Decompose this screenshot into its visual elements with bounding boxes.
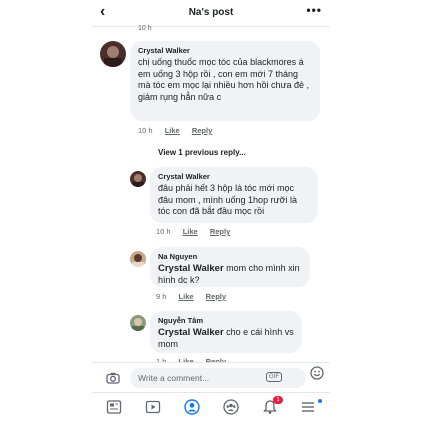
comment-actions: 9 h Like Reply <box>156 292 236 301</box>
comment-composer: Write a comment... GIF <box>92 362 330 393</box>
camera-icon[interactable] <box>106 371 120 389</box>
comment-author[interactable]: Nguyễn Tâm <box>158 316 294 325</box>
more-dots-icon[interactable]: ••• <box>306 3 322 17</box>
comment-time: 10 h <box>138 126 153 135</box>
comment-author[interactable]: Crystal Walker <box>138 46 312 55</box>
comment-text: Crystal Walker cho e cái hình vs mom <box>158 327 294 350</box>
watch-icon[interactable] <box>145 399 161 420</box>
comment-author[interactable]: Crystal Walker <box>158 172 310 181</box>
menu-icon[interactable] <box>300 399 322 420</box>
comment-text: đâu phải hết 3 hộp là tóc mới mọc đâu mo… <box>158 183 297 216</box>
bottom-navigation: 1 <box>92 392 330 422</box>
view-previous-replies-link[interactable]: View 1 previous reply... <box>158 148 246 157</box>
reply-link[interactable]: Reply <box>192 126 212 135</box>
comment-actions: 10 h Like Reply <box>156 227 240 236</box>
avatar[interactable] <box>130 171 146 187</box>
avatar[interactable] <box>100 41 126 67</box>
like-link[interactable]: Like <box>179 292 194 301</box>
comment-text: Crystal Walker mom cho mình xin hình dc … <box>158 263 302 286</box>
news-feed-icon[interactable] <box>106 399 122 420</box>
groups-icon[interactable] <box>223 399 239 420</box>
comment-text: chị uống thuốc mọc tóc của blackmores á … <box>138 57 310 102</box>
profile-icon[interactable] <box>184 399 200 420</box>
notifications-icon[interactable]: 1 <box>262 396 283 420</box>
reply-link[interactable]: Reply <box>210 227 230 236</box>
comment-bubble: Crystal Walker đâu phải hết 3 hộp là tóc… <box>150 167 318 223</box>
partial-timestamp: 10 h <box>138 25 152 32</box>
notification-badge: 1 <box>273 396 283 404</box>
comment-author[interactable]: Na Nguyen <box>158 252 302 261</box>
comment-placeholder: Write a comment... <box>138 373 210 383</box>
facebook-post-view: ‹ Na's post ••• 10 h Crystal Walker chị … <box>92 0 330 422</box>
comment-actions: 10 h Like Reply <box>138 126 222 135</box>
avatar[interactable] <box>130 251 146 267</box>
comment-bubble: Nguyễn Tâm Crystal Walker cho e cái hình… <box>150 311 302 353</box>
comment-time: 9 h <box>156 292 167 301</box>
like-link[interactable]: Like <box>165 126 180 135</box>
avatar[interactable] <box>130 315 146 331</box>
menu-indicator-dot <box>318 399 322 403</box>
mention-link[interactable]: Crystal Walker <box>158 327 224 338</box>
comment-bubble: Na Nguyen Crystal Walker mom cho mình xi… <box>150 247 310 287</box>
gif-button[interactable]: GIF <box>266 372 282 382</box>
mention-link[interactable]: Crystal Walker <box>158 263 224 274</box>
emoji-icon[interactable] <box>310 366 324 385</box>
top-bar: ‹ Na's post ••• <box>92 0 330 27</box>
comment-input[interactable]: Write a comment... GIF <box>130 368 306 388</box>
screenshot-frame: ‹ Na's post ••• 10 h Crystal Walker chị … <box>0 0 422 422</box>
comment-time: 10 h <box>156 227 171 236</box>
like-link[interactable]: Like <box>183 227 198 236</box>
reply-link[interactable]: Reply <box>206 292 226 301</box>
comment-bubble: Crystal Walker chị uống thuốc mọc tóc củ… <box>130 41 320 121</box>
page-title: Na's post <box>188 7 234 18</box>
